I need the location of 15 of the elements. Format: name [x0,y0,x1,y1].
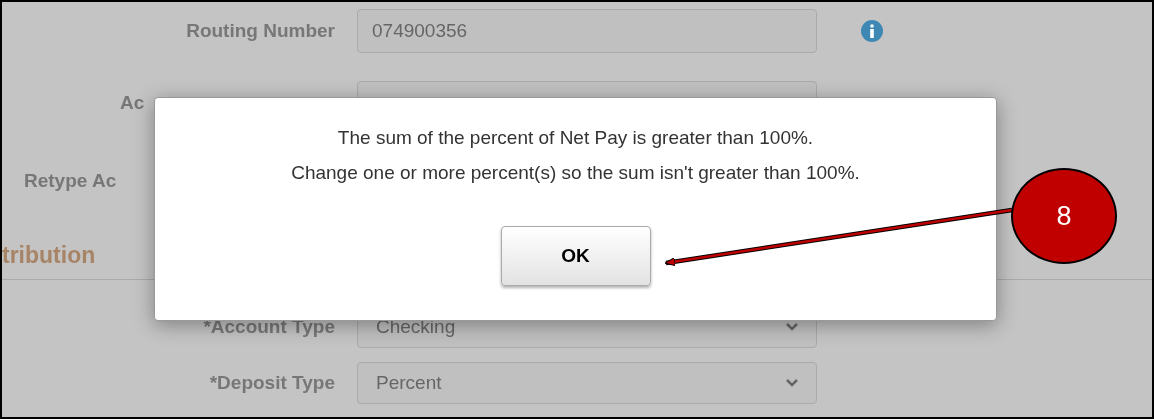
field-label: *Deposit Type [209,370,335,395]
dialog-message: The sum of the percent of Net Pay is greater than 100%. [337,126,814,150]
section-title: tribution [2,241,96,271]
chevron-down-icon [786,379,798,387]
input-field[interactable]: 074900356 [357,9,817,53]
chevron-down-icon [786,323,798,331]
field-label: Routing Number [186,18,335,43]
field-label: Retype Ac [24,168,117,193]
callout-badge: 8 [1011,168,1117,264]
field-label: Ac [120,90,145,115]
info-icon[interactable] [861,20,883,42]
dialog-message: Change one or more percent(s) so the sum isn't greater than 100%. [291,161,860,185]
select-field[interactable]: Percent [357,362,817,404]
field-label: *Account Type [203,314,335,339]
ok-button[interactable]: OK [500,226,651,286]
